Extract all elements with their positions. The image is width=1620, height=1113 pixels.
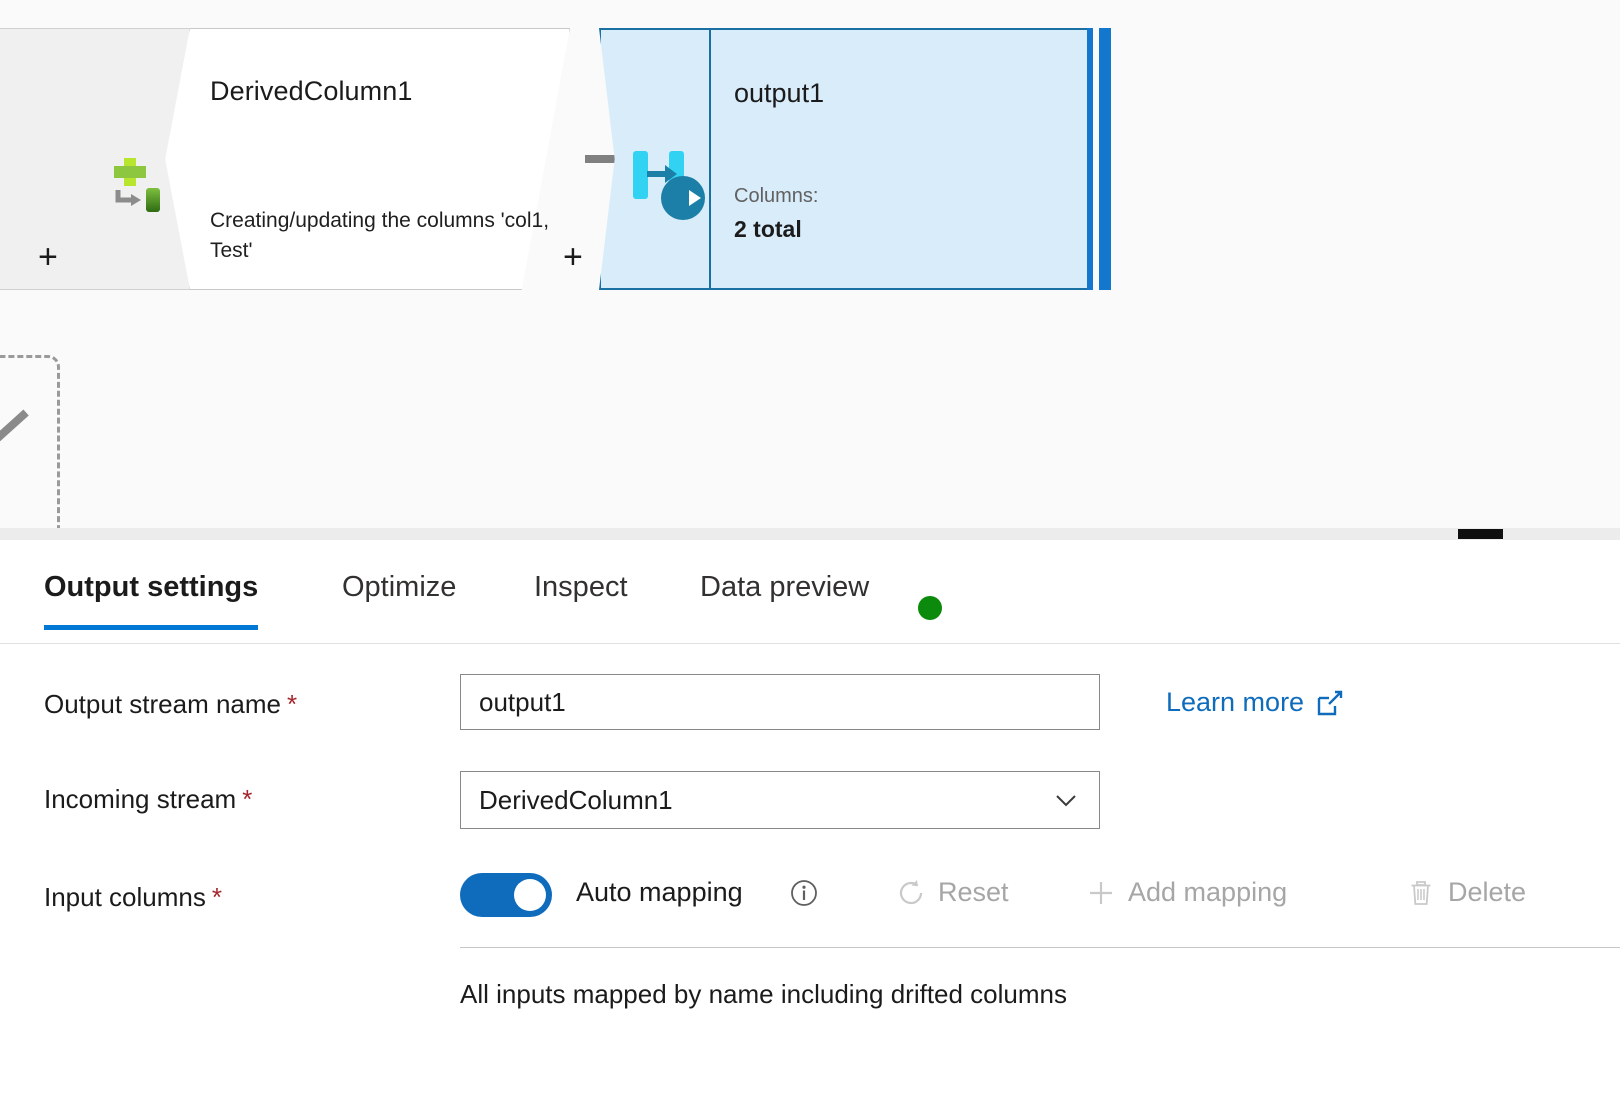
trash-icon [1406, 878, 1436, 908]
data-preview-status-dot [918, 596, 942, 620]
canvas-node-output-1[interactable]: output1 Columns: 2 total [599, 28, 1111, 290]
incoming-stream-label: Incoming stream* [44, 784, 252, 815]
delete-button[interactable]: Delete [1406, 877, 1526, 908]
label-text: Input columns [44, 882, 206, 912]
node-accent-stripe-thick [1099, 28, 1111, 290]
reset-button[interactable]: Reset [896, 877, 1009, 908]
tab-output-settings[interactable]: Output settings [44, 571, 258, 630]
delete-label: Delete [1448, 877, 1526, 908]
sink-icon [631, 143, 709, 223]
info-icon[interactable] [790, 879, 818, 907]
toggle-knob [514, 879, 546, 911]
chevron-down-icon [1053, 787, 1079, 813]
refresh-icon [896, 878, 926, 908]
plus-icon [1086, 878, 1116, 908]
derived-column-icon [102, 150, 168, 216]
node-accent-stripe-thin [1087, 28, 1093, 290]
canvas-horizontal-scrollbar[interactable] [0, 528, 1620, 540]
add-transformation-button-2[interactable]: + [563, 240, 583, 274]
required-marker: * [242, 784, 252, 814]
output-stream-name-input[interactable]: output1 [460, 674, 1100, 730]
tab-inspect[interactable]: Inspect [534, 571, 628, 630]
panel-tabbar: Output settings Optimize Inspect Data pr… [0, 561, 1620, 644]
add-mapping-label: Add mapping [1128, 877, 1287, 908]
tab-optimize[interactable]: Optimize [342, 571, 456, 630]
auto-mapping-toggle[interactable] [460, 873, 552, 917]
node-title: output1 [734, 78, 824, 109]
add-transformation-button-1[interactable]: + [38, 240, 58, 274]
required-marker: * [287, 689, 297, 719]
label-text: Output stream name [44, 689, 281, 719]
node-columns-label: Columns: [734, 185, 818, 208]
properties-panel: Output settings Optimize Inspect Data pr… [0, 541, 1620, 1113]
node-title: DerivedColumn1 [210, 76, 413, 107]
label-text: Incoming stream [44, 784, 236, 814]
incoming-stream-dropdown[interactable]: DerivedColumn1 [460, 771, 1100, 829]
canvas-scrollbar-thumb[interactable] [1458, 529, 1503, 539]
mapping-summary-text: All inputs mapped by name including drif… [460, 979, 1067, 1010]
canvas-dashed-placeholder [0, 355, 60, 540]
add-mapping-button[interactable]: Add mapping [1086, 877, 1287, 908]
reset-label: Reset [938, 877, 1009, 908]
node-body [709, 28, 1091, 290]
dropdown-value: DerivedColumn1 [479, 785, 673, 816]
input-columns-label: Input columns* [44, 882, 222, 913]
learn-more-link[interactable]: Learn more [1166, 687, 1344, 718]
section-divider [460, 947, 1620, 948]
canvas-node-derived-column-1[interactable]: DerivedColumn1 Creating/updating the col… [0, 28, 570, 290]
tab-data-preview[interactable]: Data preview [700, 571, 869, 630]
tabbar-underline [0, 643, 1620, 644]
data-flow-canvas[interactable]: DerivedColumn1 Creating/updating the col… [0, 0, 1620, 540]
input-value: output1 [479, 687, 566, 718]
learn-more-label: Learn more [1166, 687, 1304, 718]
output-stream-name-label: Output stream name* [44, 689, 297, 720]
node-subtitle: Creating/updating the columns 'col1, Tes… [210, 206, 555, 266]
external-link-icon [1316, 689, 1344, 717]
node-columns-value: 2 total [734, 216, 802, 243]
auto-mapping-label: Auto mapping [576, 877, 743, 908]
required-marker: * [212, 882, 222, 912]
